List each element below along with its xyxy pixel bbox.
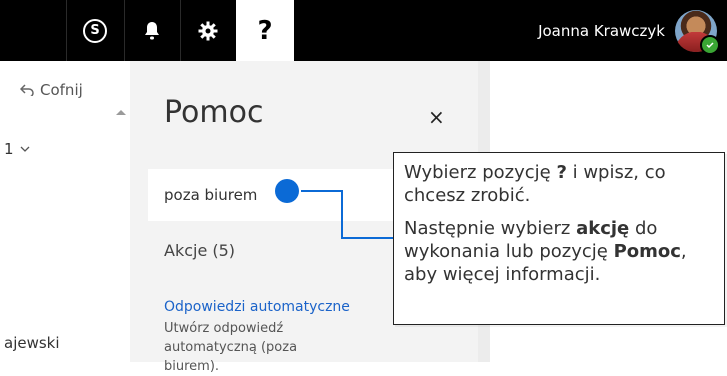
actions-heading: Akcje (5) (164, 241, 236, 260)
search-value: poza biurem (164, 186, 258, 204)
undo-button[interactable]: Cofnij (20, 81, 83, 99)
help-title: Pomoc (164, 95, 264, 130)
chevron-down-icon (20, 146, 30, 152)
presence-available-icon (700, 34, 720, 55)
user-name: Joanna Krawczyk (538, 21, 665, 40)
close-icon[interactable]: × (428, 105, 445, 129)
undo-label: Cofnij (40, 81, 83, 99)
tip-callout: Wybierz pozycję ? i wpisz, co chcesz zro… (393, 152, 725, 325)
help-button[interactable]: ? (236, 0, 294, 61)
user-account-button[interactable]: Joanna Krawczyk (538, 0, 720, 61)
scroll-up-icon (116, 110, 126, 115)
bell-icon (145, 21, 159, 39)
auto-replies-link[interactable]: Odpowiedzi automatyczne (164, 299, 350, 315)
settings-button[interactable] (180, 0, 235, 61)
sender-name: ajewski (4, 334, 60, 352)
help-label: ? (257, 15, 273, 46)
count-label: 1 (4, 140, 14, 158)
tip-line-1: Wybierz pozycję ? i wpisz, co chcesz zro… (404, 162, 666, 206)
auto-replies-description: Utwórz odpowiedź automatyczną (poza biur… (164, 321, 298, 374)
avatar (675, 9, 720, 55)
skype-button[interactable]: S (66, 0, 124, 61)
scrollbar[interactable] (112, 106, 130, 362)
tip-line-2: Następnie wybierz akcję do wykonania lub… (404, 218, 687, 285)
gear-icon (198, 21, 217, 40)
message-list-panel: Cofnij 1 ajewski (0, 61, 131, 362)
top-bar: S ? Joanna Krawczyk (0, 0, 727, 61)
skype-icon: S (83, 18, 107, 43)
folder-count[interactable]: 1 (4, 140, 30, 158)
notifications-button[interactable] (124, 0, 180, 61)
undo-icon (20, 84, 34, 96)
